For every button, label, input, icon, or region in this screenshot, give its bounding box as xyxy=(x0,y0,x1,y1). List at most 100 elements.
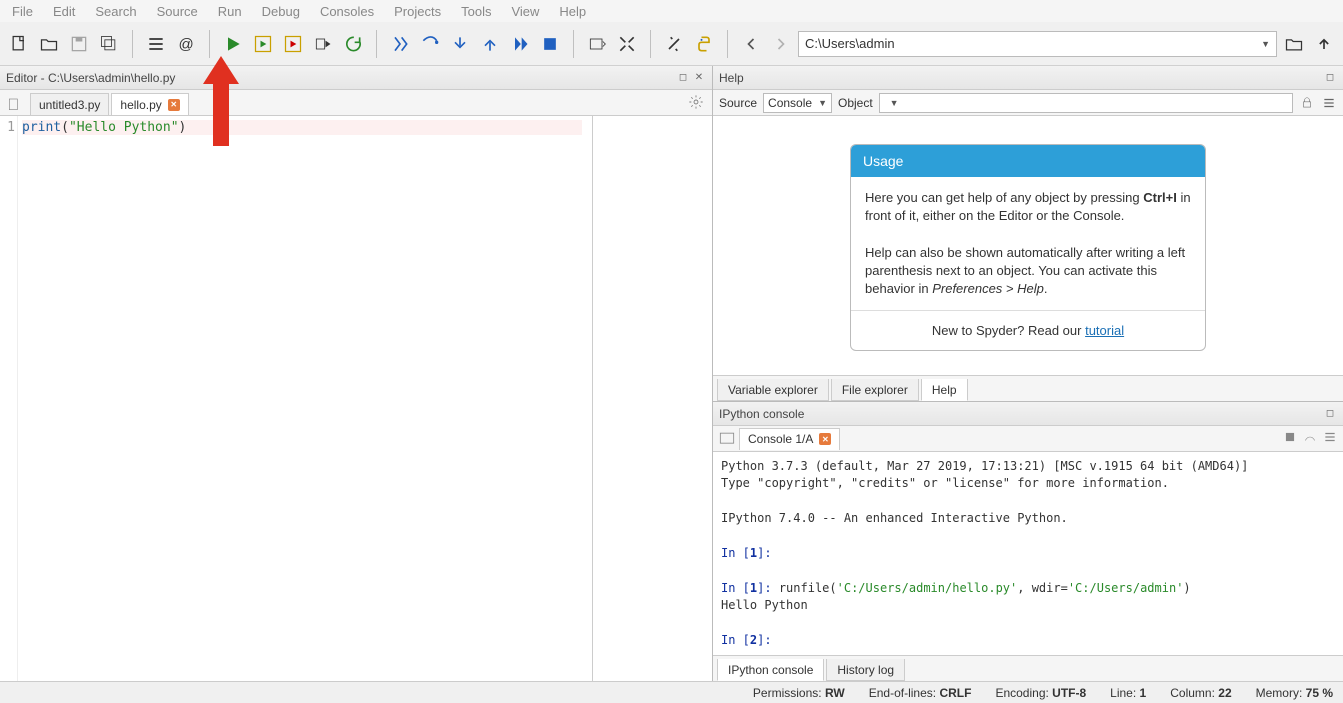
open-file-icon[interactable] xyxy=(36,31,62,57)
main-toolbar: @ C:\Users\admin ▼ xyxy=(0,22,1343,66)
console-pane-title: IPython console xyxy=(719,407,804,421)
status-column: Column: 22 xyxy=(1170,686,1231,700)
status-memory: Memory: 75 % xyxy=(1256,686,1333,700)
menu-consoles[interactable]: Consoles xyxy=(312,2,382,21)
object-label: Object xyxy=(838,96,873,110)
file-browse-icon[interactable] xyxy=(4,95,24,115)
tab-help[interactable]: Help xyxy=(921,379,968,401)
debug-icon[interactable] xyxy=(387,31,413,57)
tab-untitled3[interactable]: untitled3.py xyxy=(30,93,109,115)
python-path-icon[interactable] xyxy=(691,31,717,57)
console-browse-icon[interactable] xyxy=(717,429,737,449)
status-eol: End-of-lines: CRLF xyxy=(869,686,972,700)
status-permissions: Permissions: RW xyxy=(753,686,845,700)
usage-card: Usage Here you can get help of any objec… xyxy=(850,144,1206,351)
menu-debug[interactable]: Debug xyxy=(254,2,308,21)
stop-console-icon[interactable] xyxy=(1283,430,1297,447)
step-out-icon[interactable] xyxy=(477,31,503,57)
code-token-string: "Hello Python" xyxy=(69,120,179,135)
console-tabs: Console 1/A ✕ xyxy=(713,426,1343,452)
clear-console-icon[interactable] xyxy=(1303,430,1317,447)
editor-pane-title: Editor - C:\Users\admin\hello.py xyxy=(6,71,175,85)
stop-icon[interactable] xyxy=(537,31,563,57)
menu-run[interactable]: Run xyxy=(210,2,250,21)
help-pane-title: Help xyxy=(719,71,744,85)
maximize-icon[interactable] xyxy=(614,31,640,57)
help-options-icon[interactable] xyxy=(1321,95,1337,111)
help-pane-header: Help ◻ xyxy=(713,66,1343,90)
status-line: Line: 1 xyxy=(1110,686,1146,700)
menu-view[interactable]: View xyxy=(503,2,547,21)
chevron-down-icon: ▼ xyxy=(1261,39,1270,49)
status-bar: Permissions: RW End-of-lines: CRLF Encod… xyxy=(0,681,1343,703)
menu-source[interactable]: Source xyxy=(149,2,206,21)
rerun-icon[interactable] xyxy=(340,31,366,57)
working-directory-combo[interactable]: C:\Users\admin ▼ xyxy=(798,31,1277,57)
svg-text:@: @ xyxy=(179,36,194,53)
run-cell-icon[interactable] xyxy=(250,31,276,57)
continue-icon[interactable] xyxy=(507,31,533,57)
editor-tabs: untitled3.py hello.py ✕ xyxy=(0,90,712,116)
pane-undock-icon[interactable]: ◻ xyxy=(1323,407,1337,421)
working-directory-value: C:\Users\admin xyxy=(805,36,895,51)
nav-forward-icon[interactable] xyxy=(768,31,794,57)
tab-hello[interactable]: hello.py ✕ xyxy=(111,93,188,115)
close-icon[interactable]: ✕ xyxy=(168,99,180,111)
code-editor[interactable]: 1 print("Hello Python") xyxy=(0,116,712,681)
pane-undock-icon[interactable]: ◻ xyxy=(676,71,690,85)
menu-edit[interactable]: Edit xyxy=(45,2,83,21)
tab-history-log[interactable]: History log xyxy=(826,659,905,681)
editor-options-icon[interactable] xyxy=(688,94,706,112)
menu-bar: File Edit Search Source Run Debug Consol… xyxy=(0,0,1343,22)
console-pane-header: IPython console ◻ xyxy=(713,402,1343,426)
menu-tools[interactable]: Tools xyxy=(453,2,499,21)
tab-file-explorer[interactable]: File explorer xyxy=(831,379,919,401)
code-token-print: print xyxy=(22,120,61,135)
tab-label: Console 1/A xyxy=(748,432,813,446)
run-cell-advance-icon[interactable] xyxy=(280,31,306,57)
step-over-icon[interactable] xyxy=(417,31,443,57)
preferences-icon[interactable] xyxy=(661,31,687,57)
object-combo[interactable]: ▼ xyxy=(879,93,1293,113)
tab-ipython-console[interactable]: IPython console xyxy=(717,659,824,681)
save-all-icon[interactable] xyxy=(96,31,122,57)
browse-folder-icon[interactable] xyxy=(1281,31,1307,57)
tab-label: untitled3.py xyxy=(39,98,100,112)
chevron-down-icon: ▼ xyxy=(890,98,899,108)
line-gutter: 1 xyxy=(0,116,18,681)
status-encoding: Encoding: UTF-8 xyxy=(995,686,1086,700)
help-bottom-tabs: Variable explorer File explorer Help xyxy=(713,375,1343,401)
run-selection-icon[interactable] xyxy=(310,31,336,57)
save-file-icon[interactable] xyxy=(66,31,92,57)
console-output[interactable]: Python 3.7.3 (default, Mar 27 2019, 17:1… xyxy=(713,452,1343,655)
editor-pane-header: Editor - C:\Users\admin\hello.py ◻ ✕ xyxy=(0,66,712,90)
usage-title: Usage xyxy=(851,145,1205,177)
lock-icon[interactable] xyxy=(1299,95,1315,111)
run-icon[interactable] xyxy=(220,31,246,57)
console-bottom-tabs: IPython console History log xyxy=(713,655,1343,681)
source-combo[interactable]: Console ▼ xyxy=(763,93,832,113)
import-data-icon[interactable] xyxy=(584,31,610,57)
at-icon[interactable]: @ xyxy=(173,31,199,57)
console-options-icon[interactable] xyxy=(1323,430,1337,447)
menu-file[interactable]: File xyxy=(4,2,41,21)
help-body: Usage Here you can get help of any objec… xyxy=(713,116,1343,375)
tab-label: hello.py xyxy=(120,98,161,112)
nav-back-icon[interactable] xyxy=(738,31,764,57)
menu-projects[interactable]: Projects xyxy=(386,2,449,21)
menu-search[interactable]: Search xyxy=(87,2,144,21)
console-tab-1a[interactable]: Console 1/A ✕ xyxy=(739,428,840,450)
menu-help[interactable]: Help xyxy=(551,2,594,21)
pane-undock-icon[interactable]: ◻ xyxy=(1323,71,1337,85)
chevron-down-icon: ▼ xyxy=(818,98,827,108)
tutorial-link[interactable]: tutorial xyxy=(1085,323,1124,338)
source-label: Source xyxy=(719,96,757,110)
pane-close-icon[interactable]: ✕ xyxy=(692,71,706,85)
tab-variable-explorer[interactable]: Variable explorer xyxy=(717,379,829,401)
help-toolbar: Source Console ▼ Object ▼ xyxy=(713,90,1343,116)
parent-folder-icon[interactable] xyxy=(1311,31,1337,57)
new-file-icon[interactable] xyxy=(6,31,32,57)
step-in-icon[interactable] xyxy=(447,31,473,57)
close-icon[interactable]: ✕ xyxy=(819,433,831,445)
list-icon[interactable] xyxy=(143,31,169,57)
